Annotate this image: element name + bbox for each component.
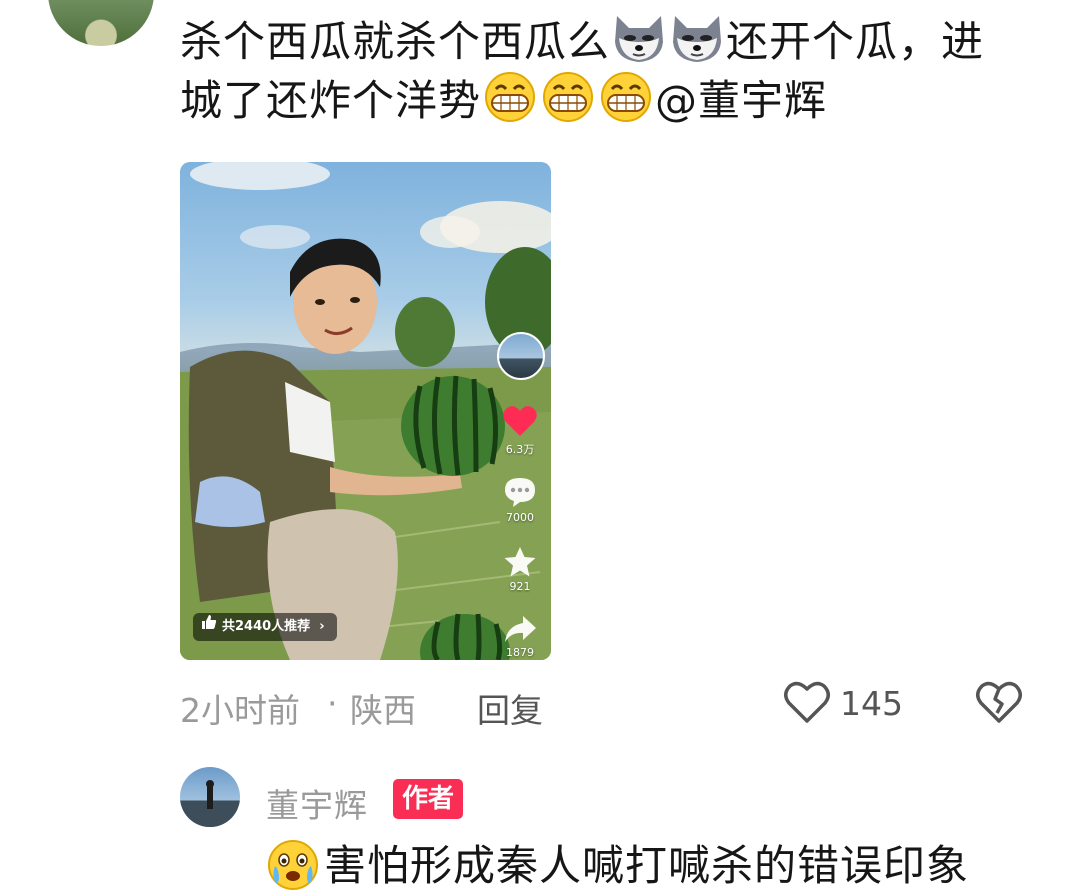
- video-author-avatar[interactable]: [497, 332, 545, 380]
- comment-text: 杀个西瓜就杀个西瓜么 还开个瓜，进 城了还炸个洋势 @董宇辉: [180, 12, 1040, 130]
- comment-time: 2小时前: [180, 691, 300, 730]
- share-icon[interactable]: [503, 614, 537, 648]
- video-like-count: 6.3万: [505, 443, 535, 456]
- comment-line1-part2: 还开个瓜，进: [726, 17, 985, 66]
- like-count: 145: [840, 684, 903, 723]
- comment-line2: 城了还炸个洋势: [180, 76, 482, 125]
- dislike-broken-heart-icon[interactable]: [975, 680, 1023, 728]
- doge-icon: [611, 12, 667, 79]
- reply-button[interactable]: 回复: [477, 684, 543, 732]
- heart-outline-icon[interactable]: [783, 680, 831, 728]
- comment-bubble-icon[interactable]: [503, 476, 537, 512]
- comment-location: 陕西: [350, 691, 416, 730]
- doge-icon: [669, 12, 725, 79]
- grin-icon: [482, 71, 538, 138]
- meta-separator: ·: [327, 684, 338, 723]
- comment-line1-part1: 杀个西瓜就杀个西瓜么: [180, 17, 611, 66]
- recommend-label: 共2440人推荐: [222, 619, 311, 634]
- crying-icon: [265, 838, 321, 895]
- video-card[interactable]: 6.3万 7000 921 1879: [180, 162, 551, 660]
- video-favorite-count: 921: [509, 580, 531, 593]
- video-comment-count: 7000: [506, 511, 534, 524]
- like-icon[interactable]: [502, 404, 538, 442]
- grin-icon: [598, 71, 654, 138]
- recommend-pill[interactable]: 共2440人推荐 ›: [193, 613, 337, 641]
- chevron-right-icon: ›: [319, 619, 325, 634]
- author-reply-text: 害怕形成秦人喊打喊杀的错误印象: [324, 841, 970, 890]
- author-name[interactable]: 董宇辉: [266, 779, 368, 827]
- author-badge: 作者: [393, 779, 464, 819]
- commenter-avatar[interactable]: [48, 0, 154, 46]
- author-avatar[interactable]: [180, 767, 240, 827]
- favorite-icon[interactable]: [503, 546, 537, 582]
- grin-icon: [540, 71, 596, 138]
- mention-link[interactable]: @董宇辉: [655, 76, 827, 125]
- thumbs-up-icon: [201, 613, 217, 641]
- video-share-count: 1879: [506, 646, 534, 659]
